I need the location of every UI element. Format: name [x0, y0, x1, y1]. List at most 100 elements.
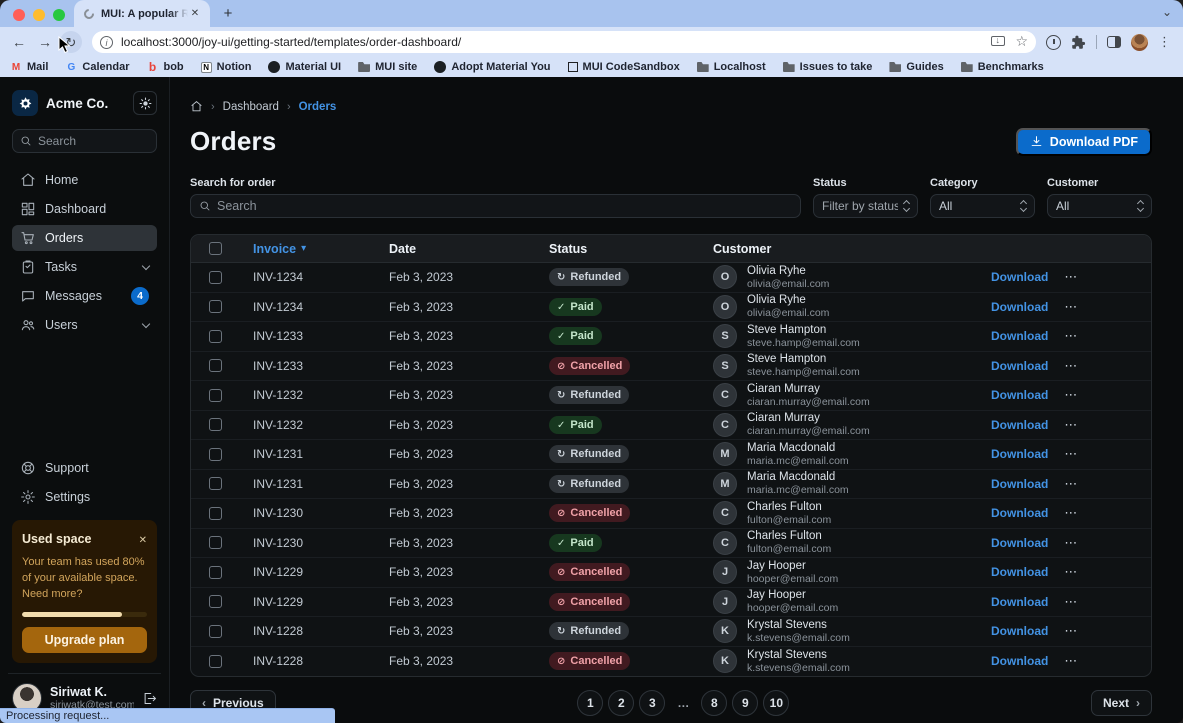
browser-profile-avatar[interactable] [1131, 34, 1148, 51]
page-button[interactable]: 9 [732, 690, 758, 716]
row-checkbox[interactable] [209, 566, 222, 579]
sidebar-item-support[interactable]: Support [12, 455, 157, 481]
breadcrumb-dashboard[interactable]: Dashboard [223, 101, 279, 113]
sidebar-item-users[interactable]: Users [12, 312, 157, 338]
minimize-window-button[interactable] [33, 9, 45, 21]
row-checkbox[interactable] [209, 536, 222, 549]
row-checkbox[interactable] [209, 507, 222, 520]
row-menu-icon[interactable] [1064, 564, 1078, 580]
upgrade-plan-button[interactable]: Upgrade plan [22, 627, 147, 653]
page-button[interactable]: 3 [639, 690, 665, 716]
forward-button[interactable] [34, 31, 56, 53]
side-panel-icon[interactable] [1107, 36, 1121, 48]
order-search-input[interactable] [217, 199, 792, 213]
sidebar-search-input[interactable] [38, 134, 149, 148]
invoice-column-header[interactable]: Invoice [239, 242, 375, 256]
row-menu-icon[interactable] [1064, 328, 1078, 344]
download-link[interactable]: Download [991, 595, 1048, 609]
browser-tab[interactable]: MUI: A popular React UI fram [74, 0, 210, 27]
page-button[interactable]: 8 [701, 690, 727, 716]
sidebar-item-messages[interactable]: Messages 4 [12, 283, 157, 309]
url-text[interactable]: localhost:3000/joy-ui/getting-started/te… [121, 35, 981, 49]
row-menu-icon[interactable] [1064, 594, 1078, 610]
row-checkbox[interactable] [209, 418, 222, 431]
row-checkbox[interactable] [209, 448, 222, 461]
row-menu-icon[interactable] [1064, 269, 1078, 285]
row-checkbox[interactable] [209, 595, 222, 608]
tab-search-chevron-icon[interactable] [1159, 6, 1175, 22]
sidebar-item-settings[interactable]: Settings [12, 484, 157, 510]
download-link[interactable]: Download [991, 565, 1048, 579]
color-scheme-toggle[interactable] [133, 91, 157, 115]
sidebar-search[interactable] [12, 129, 157, 153]
page-button[interactable]: … [670, 690, 696, 716]
sidebar-item-dashboard[interactable]: Dashboard [12, 196, 157, 222]
back-button[interactable] [8, 31, 30, 53]
bookmark-item[interactable]: Localhost [697, 61, 766, 73]
address-bar[interactable]: localhost:3000/joy-ui/getting-started/te… [92, 31, 1036, 53]
bookmark-item[interactable]: Issues to take [783, 61, 873, 73]
row-menu-icon[interactable] [1064, 417, 1078, 433]
row-checkbox[interactable] [209, 655, 222, 668]
new-tab-button[interactable] [220, 6, 236, 22]
close-window-button[interactable] [13, 9, 25, 21]
download-link[interactable]: Download [991, 477, 1048, 491]
customer-filter-select[interactable]: All [1047, 194, 1152, 218]
logout-icon[interactable] [142, 691, 157, 706]
bookmark-item[interactable]: MUI CodeSandbox [568, 61, 680, 73]
row-menu-icon[interactable] [1064, 358, 1078, 374]
row-menu-icon[interactable] [1064, 387, 1078, 403]
row-menu-icon[interactable] [1064, 653, 1078, 669]
download-link[interactable]: Download [991, 300, 1048, 314]
row-menu-icon[interactable] [1064, 476, 1078, 492]
bookmark-item[interactable]: Benchmarks [961, 61, 1044, 73]
row-menu-icon[interactable] [1064, 505, 1078, 521]
download-link[interactable]: Download [991, 654, 1048, 668]
download-link[interactable]: Download [991, 329, 1048, 343]
download-link[interactable]: Download [991, 359, 1048, 373]
row-menu-icon[interactable] [1064, 623, 1078, 639]
bookmark-item[interactable]: Guides [889, 61, 943, 73]
bookmark-item[interactable]: Adopt Material You [434, 61, 550, 73]
download-link[interactable]: Download [991, 388, 1048, 402]
download-link[interactable]: Download [991, 418, 1048, 432]
sidebar-item-orders[interactable]: Orders [12, 225, 157, 251]
bookmark-item[interactable]: Notion [201, 61, 252, 73]
order-search-field[interactable] [190, 194, 801, 218]
download-link[interactable]: Download [991, 624, 1048, 638]
bookmark-item[interactable]: Mail [10, 61, 48, 73]
category-filter-select[interactable]: All [930, 194, 1035, 218]
browser-menu-icon[interactable] [1158, 33, 1171, 51]
page-button[interactable]: 2 [608, 690, 634, 716]
row-checkbox[interactable] [209, 625, 222, 638]
home-icon[interactable] [190, 100, 203, 113]
row-checkbox[interactable] [209, 359, 222, 372]
next-page-button[interactable]: Next [1091, 690, 1152, 716]
row-menu-icon[interactable] [1064, 446, 1078, 462]
site-info-icon[interactable] [100, 36, 113, 49]
bookmark-item[interactable]: Material UI [268, 61, 341, 73]
row-menu-icon[interactable] [1064, 535, 1078, 551]
download-pdf-button[interactable]: Download PDF [1016, 128, 1152, 156]
page-button[interactable]: 10 [763, 690, 789, 716]
bookmark-item[interactable]: Calendar [65, 61, 129, 73]
row-checkbox[interactable] [209, 271, 222, 284]
close-icon[interactable] [139, 530, 147, 548]
select-all-checkbox[interactable] [209, 242, 222, 255]
row-checkbox[interactable] [209, 389, 222, 402]
bookmark-item[interactable]: bob [146, 61, 183, 73]
download-link[interactable]: Download [991, 447, 1048, 461]
row-checkbox[interactable] [209, 330, 222, 343]
row-checkbox[interactable] [209, 477, 222, 490]
download-link[interactable]: Download [991, 536, 1048, 550]
tab-close-icon[interactable] [188, 7, 202, 21]
row-checkbox[interactable] [209, 300, 222, 313]
extensions-puzzle-icon[interactable] [1071, 35, 1086, 50]
bookmark-item[interactable]: MUI site [358, 61, 417, 73]
page-button[interactable]: 1 [577, 690, 603, 716]
zoom-window-button[interactable] [53, 9, 65, 21]
download-link[interactable]: Download [991, 506, 1048, 520]
row-menu-icon[interactable] [1064, 299, 1078, 315]
install-app-icon[interactable] [991, 36, 1005, 48]
status-filter-select[interactable]: Filter by status [813, 194, 918, 218]
